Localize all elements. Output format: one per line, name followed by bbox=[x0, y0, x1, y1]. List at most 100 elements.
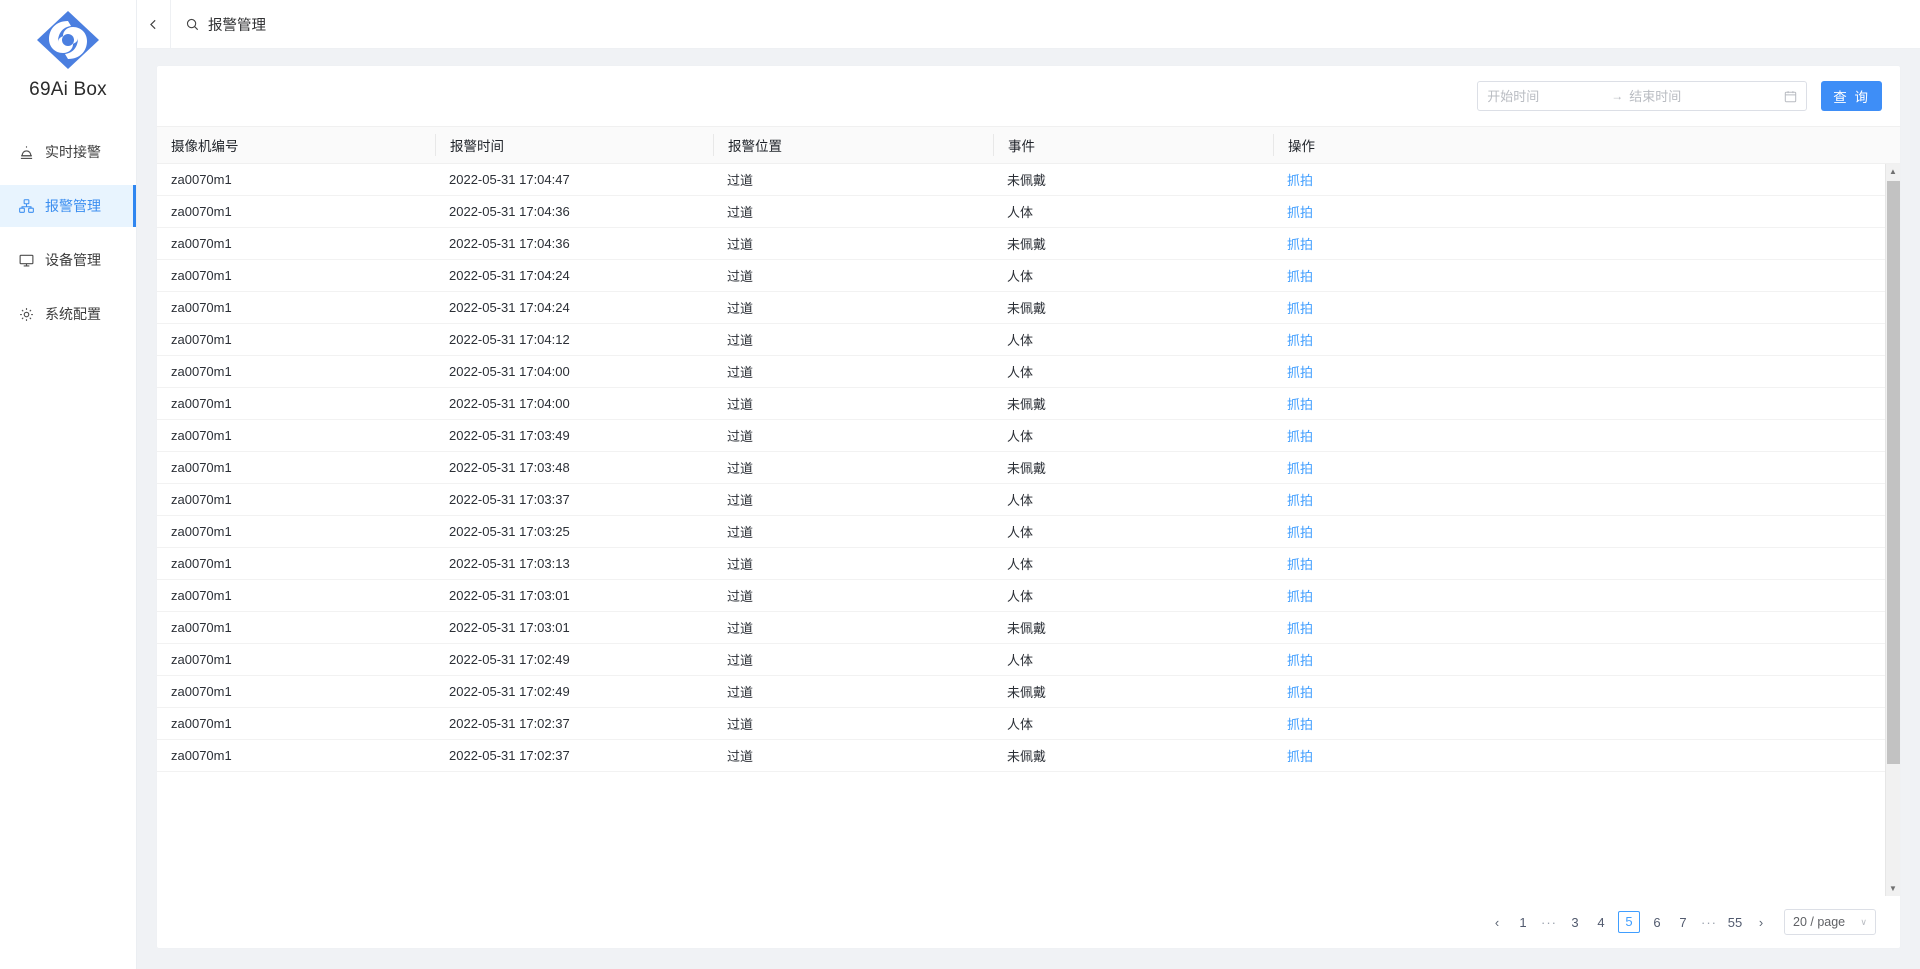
capture-link[interactable]: 抓拍 bbox=[1287, 266, 1313, 285]
table-row: za0070m12022-05-31 17:04:00过道未佩戴抓拍 bbox=[157, 388, 1885, 420]
cell-location: 过道 bbox=[713, 324, 993, 355]
cell-camera: za0070m1 bbox=[157, 740, 435, 771]
cell-location: 过道 bbox=[713, 484, 993, 515]
start-time-input[interactable] bbox=[1487, 89, 1605, 104]
capture-link[interactable]: 抓拍 bbox=[1287, 490, 1313, 509]
capture-link[interactable]: 抓拍 bbox=[1287, 202, 1313, 221]
cell-location: 过道 bbox=[713, 548, 993, 579]
capture-link[interactable]: 抓拍 bbox=[1287, 682, 1313, 701]
sidebar-item-realtime-alarm[interactable]: 实时接警 bbox=[0, 131, 136, 173]
table-row: za0070m12022-05-31 17:03:01过道人体抓拍 bbox=[157, 580, 1885, 612]
pagination-page[interactable]: 1 bbox=[1514, 915, 1532, 930]
cell-event: 人体 bbox=[993, 484, 1273, 515]
cell-event: 未佩戴 bbox=[993, 388, 1273, 419]
cell-camera: za0070m1 bbox=[157, 612, 435, 643]
cell-time: 2022-05-31 17:03:49 bbox=[435, 420, 713, 451]
page-size-label: 20 / page bbox=[1793, 915, 1845, 929]
cell-time: 2022-05-31 17:02:37 bbox=[435, 740, 713, 771]
table-row: za0070m12022-05-31 17:04:47过道未佩戴抓拍 bbox=[157, 164, 1885, 196]
sidebar-item-system-config[interactable]: 系统配置 bbox=[0, 293, 136, 335]
capture-link[interactable]: 抓拍 bbox=[1287, 394, 1313, 413]
grid-cluster-icon bbox=[18, 198, 34, 214]
pagination-next-button[interactable]: › bbox=[1752, 915, 1770, 930]
pagination-prev-button[interactable]: ‹ bbox=[1488, 915, 1506, 930]
pagination-page[interactable]: 4 bbox=[1592, 915, 1610, 930]
pagination-page-current[interactable]: 5 bbox=[1618, 911, 1640, 933]
table-row: za0070m12022-05-31 17:02:49过道人体抓拍 bbox=[157, 644, 1885, 676]
cell-event: 人体 bbox=[993, 708, 1273, 739]
pagination-ellipsis[interactable]: ··· bbox=[1540, 915, 1558, 930]
cell-action: 抓拍 bbox=[1273, 228, 1885, 259]
capture-link[interactable]: 抓拍 bbox=[1287, 298, 1313, 317]
capture-link[interactable]: 抓拍 bbox=[1287, 458, 1313, 477]
pagination-page[interactable]: 6 bbox=[1648, 915, 1666, 930]
sidebar-item-device-management[interactable]: 设备管理 bbox=[0, 239, 136, 281]
capture-link[interactable]: 抓拍 bbox=[1287, 554, 1313, 573]
cell-time: 2022-05-31 17:02:37 bbox=[435, 708, 713, 739]
pagination-page[interactable]: 7 bbox=[1674, 915, 1692, 930]
table-row: za0070m12022-05-31 17:04:24过道未佩戴抓拍 bbox=[157, 292, 1885, 324]
scrollbar-track[interactable] bbox=[1886, 179, 1901, 881]
cell-action: 抓拍 bbox=[1273, 676, 1885, 707]
range-separator-icon: → bbox=[1611, 89, 1623, 103]
table-row: za0070m12022-05-31 17:02:37过道未佩戴抓拍 bbox=[157, 740, 1885, 772]
cell-event: 人体 bbox=[993, 356, 1273, 387]
date-range-picker[interactable]: → bbox=[1477, 81, 1807, 111]
capture-link[interactable]: 抓拍 bbox=[1287, 586, 1313, 605]
table-row: za0070m12022-05-31 17:03:25过道人体抓拍 bbox=[157, 516, 1885, 548]
cell-time: 2022-05-31 17:04:00 bbox=[435, 356, 713, 387]
capture-link[interactable]: 抓拍 bbox=[1287, 746, 1313, 765]
cell-location: 过道 bbox=[713, 228, 993, 259]
cell-location: 过道 bbox=[713, 196, 993, 227]
alarm-bell-icon bbox=[18, 144, 34, 160]
cell-time: 2022-05-31 17:04:36 bbox=[435, 196, 713, 227]
cell-camera: za0070m1 bbox=[157, 388, 435, 419]
capture-link[interactable]: 抓拍 bbox=[1287, 522, 1313, 541]
capture-link[interactable]: 抓拍 bbox=[1287, 170, 1313, 189]
calendar-icon[interactable] bbox=[1784, 90, 1797, 103]
capture-link[interactable]: 抓拍 bbox=[1287, 714, 1313, 733]
cell-action: 抓拍 bbox=[1273, 420, 1885, 451]
column-header-location: 报警位置 bbox=[713, 134, 993, 156]
cell-action: 抓拍 bbox=[1273, 484, 1885, 515]
cell-camera: za0070m1 bbox=[157, 644, 435, 675]
cell-time: 2022-05-31 17:03:01 bbox=[435, 580, 713, 611]
scroll-up-button[interactable]: ▲ bbox=[1886, 164, 1901, 179]
cell-camera: za0070m1 bbox=[157, 708, 435, 739]
cell-time: 2022-05-31 17:04:36 bbox=[435, 228, 713, 259]
pagination-page[interactable]: 3 bbox=[1566, 915, 1584, 930]
table-row: za0070m12022-05-31 17:04:36过道人体抓拍 bbox=[157, 196, 1885, 228]
column-header-event: 事件 bbox=[993, 134, 1273, 156]
table-header-row: 摄像机编号 报警时间 报警位置 事件 操作 bbox=[157, 126, 1900, 164]
cell-action: 抓拍 bbox=[1273, 388, 1885, 419]
capture-link[interactable]: 抓拍 bbox=[1287, 618, 1313, 637]
cell-location: 过道 bbox=[713, 260, 993, 291]
cell-camera: za0070m1 bbox=[157, 356, 435, 387]
cell-action: 抓拍 bbox=[1273, 580, 1885, 611]
sidebar-item-alarm-management[interactable]: 报警管理 bbox=[0, 185, 136, 227]
capture-link[interactable]: 抓拍 bbox=[1287, 650, 1313, 669]
scrollbar-thumb[interactable] bbox=[1887, 181, 1900, 764]
sidebar-collapse-button[interactable] bbox=[137, 0, 171, 49]
cell-location: 过道 bbox=[713, 676, 993, 707]
cell-action: 抓拍 bbox=[1273, 292, 1885, 323]
page-size-select[interactable]: 20 / page∨ bbox=[1784, 909, 1876, 935]
diamond-swirl-logo-icon bbox=[35, 9, 101, 71]
pagination-page[interactable]: 55 bbox=[1726, 915, 1744, 930]
end-time-input[interactable] bbox=[1629, 89, 1747, 104]
scroll-down-button[interactable]: ▼ bbox=[1886, 881, 1901, 896]
table-vertical-scrollbar[interactable]: ▲ ▼ bbox=[1885, 164, 1900, 896]
capture-link[interactable]: 抓拍 bbox=[1287, 426, 1313, 445]
capture-link[interactable]: 抓拍 bbox=[1287, 234, 1313, 253]
cell-camera: za0070m1 bbox=[157, 324, 435, 355]
table-scroll-region: za0070m12022-05-31 17:04:47过道未佩戴抓拍za0070… bbox=[157, 164, 1900, 896]
cell-location: 过道 bbox=[713, 644, 993, 675]
sidebar-item-label: 系统配置 bbox=[45, 304, 101, 324]
cell-action: 抓拍 bbox=[1273, 644, 1885, 675]
cell-time: 2022-05-31 17:03:25 bbox=[435, 516, 713, 547]
cell-action: 抓拍 bbox=[1273, 452, 1885, 483]
pagination-ellipsis[interactable]: ··· bbox=[1700, 915, 1718, 930]
capture-link[interactable]: 抓拍 bbox=[1287, 330, 1313, 349]
query-button[interactable]: 查 询 bbox=[1821, 81, 1882, 111]
capture-link[interactable]: 抓拍 bbox=[1287, 362, 1313, 381]
